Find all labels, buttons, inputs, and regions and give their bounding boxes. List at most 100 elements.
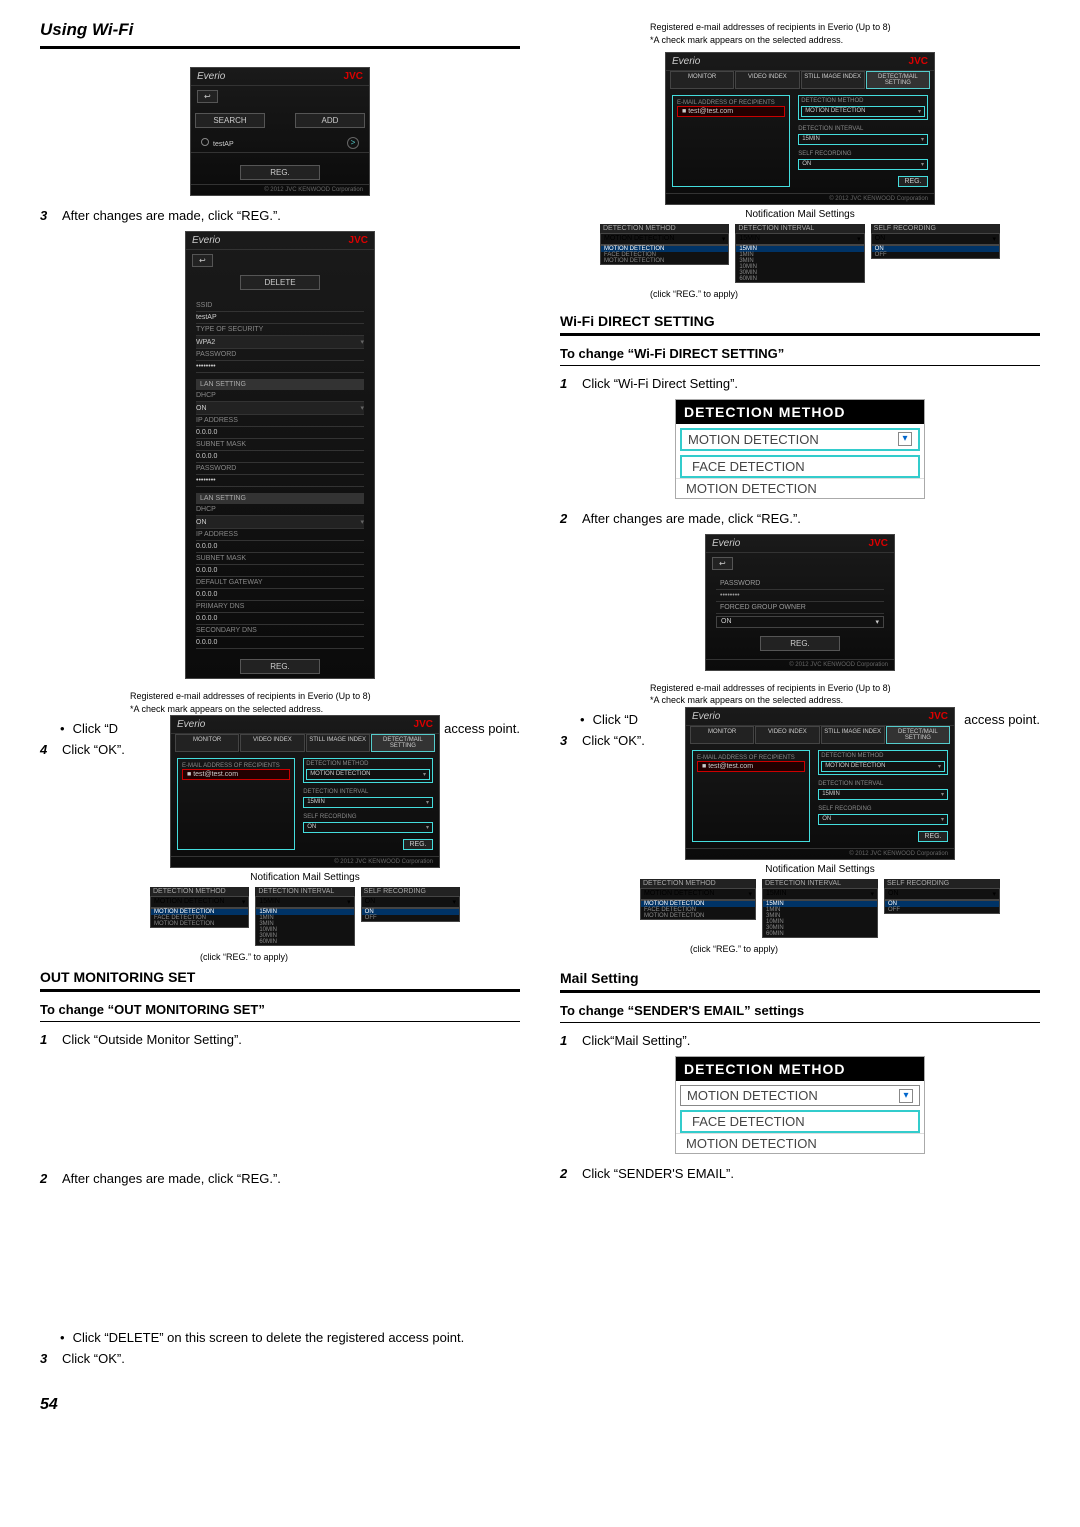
tab-still[interactable]: STILL IMAGE INDEX — [306, 734, 370, 752]
val-sec: WPA2 — [196, 339, 215, 346]
ap-radio[interactable] — [201, 138, 209, 146]
tab-video[interactable]: VIDEO INDEX — [240, 734, 304, 752]
fig-note: *A check mark appears on the selected ad… — [650, 35, 1040, 46]
ap-chevron[interactable]: > — [347, 137, 359, 149]
ap-name: testAP — [213, 141, 234, 148]
notif-list[interactable]: MOTION DETECTION FACE DETECTION MOTION D… — [150, 908, 249, 928]
tab-detect[interactable]: DETECT/MAIL SETTING — [371, 734, 435, 752]
det-option[interactable]: FACE DETECTION — [680, 1110, 920, 1133]
step-text: Click “Wi-Fi Direct Setting”. — [582, 376, 1040, 391]
notif-select[interactable]: ON▾ — [884, 888, 1000, 900]
notif-list[interactable]: MOTION DETECTION FACE DETECTION MOTION D… — [600, 245, 729, 265]
tab-detect[interactable]: DETECT/MAIL SETTING — [886, 726, 950, 744]
det-interval-select[interactable]: 15MIN▾ — [818, 789, 948, 800]
notif-title: DETECTION INTERVAL — [255, 887, 354, 896]
det-method-select[interactable]: MOTION DETECTION▾ — [801, 106, 925, 117]
val-pass: •••••••• — [196, 363, 216, 370]
val-ssid: testAP — [196, 314, 217, 321]
grp-title: SELF RECORDING — [798, 151, 928, 157]
fig-caption: Notification Mail Settings — [560, 209, 1040, 220]
grp-title: SELF RECORDING — [303, 814, 433, 820]
tab-monitor[interactable]: MONITOR — [175, 734, 239, 752]
email-item[interactable]: ■ test@test.com — [677, 106, 785, 117]
tab-monitor[interactable]: MONITOR — [690, 726, 754, 744]
search-button[interactable]: SEARCH — [195, 113, 265, 128]
self-rec-select[interactable]: ON▾ — [303, 822, 433, 833]
chevron-down-icon[interactable]: ▾ — [898, 432, 912, 446]
back-button[interactable]: ↩ — [197, 90, 218, 103]
chevron-down-icon[interactable]: ▾ — [899, 1089, 913, 1103]
self-rec-select[interactable]: ON▾ — [798, 159, 928, 170]
det-option[interactable]: MOTION DETECTION — [676, 1133, 924, 1153]
reg-button[interactable]: REG. — [918, 831, 948, 842]
notif-select[interactable]: 15MIN▾ — [762, 888, 878, 900]
email-item[interactable]: ■ test@test.com — [697, 761, 805, 772]
fig-caption: Notification Mail Settings — [110, 872, 500, 883]
grp-title: DETECTION METHOD — [801, 98, 925, 104]
figure-detection-dropdown: DETECTION METHOD MOTION DETECTION ▾ FACE… — [560, 1056, 1040, 1154]
sub-heading: OUT MONITORING SET — [40, 969, 520, 985]
tab-video[interactable]: VIDEO INDEX — [735, 71, 799, 89]
reg-button[interactable]: REG. — [240, 659, 320, 674]
notif-list[interactable]: 15MIN 1MIN 3MIN 10MIN 30MIN 60MIN — [735, 245, 864, 283]
tab-still[interactable]: STILL IMAGE INDEX — [821, 726, 885, 744]
lbl-dhcp: DHCP — [196, 392, 216, 399]
tab-detect[interactable]: DETECT/MAIL SETTING — [866, 71, 930, 89]
det-option[interactable]: FACE DETECTION — [680, 455, 920, 478]
email-item[interactable]: ■ test@test.com — [182, 769, 290, 780]
reg-button[interactable]: REG. — [240, 165, 320, 180]
wd-select[interactable]: ON▾ — [716, 616, 884, 628]
notif-select[interactable]: 15MIN▾ — [735, 233, 864, 245]
reg-button[interactable]: REG. — [760, 636, 840, 651]
det-interval-select[interactable]: 15MIN▾ — [303, 797, 433, 808]
fig-caption: Notification Mail Settings — [600, 864, 1040, 875]
det-option[interactable]: MOTION DETECTION — [676, 478, 924, 498]
det-interval-select[interactable]: 15MIN▾ — [798, 134, 928, 145]
step-num: 2 — [560, 1166, 572, 1181]
wd-row: PASSWORD — [716, 578, 884, 590]
notif-list[interactable]: 15MIN 1MIN 3MIN 10MIN 30MIN 60MIN — [255, 908, 354, 946]
notif-list[interactable]: MOTION DETECTION FACE DETECTION MOTION D… — [640, 900, 756, 920]
step-num: 2 — [560, 511, 572, 526]
tab-still[interactable]: STILL IMAGE INDEX — [801, 71, 865, 89]
notif-list[interactable]: ON OFF — [361, 908, 460, 922]
tab-video[interactable]: VIDEO INDEX — [755, 726, 819, 744]
step-text: After changes are made, click “REG.”. — [582, 511, 1040, 526]
back-button[interactable]: ↩ — [712, 557, 733, 570]
val-sub: 0.0.0.0 — [196, 453, 217, 460]
notif-select[interactable]: 15MIN▾ — [255, 896, 354, 908]
notif-select[interactable]: ON▾ — [871, 233, 1000, 245]
jvc-label: JVC — [929, 711, 948, 722]
notif-select[interactable]: MOTION DETECTION▾ — [640, 888, 756, 900]
reg-button[interactable]: REG. — [898, 176, 928, 187]
figure-monitor-settings: Everio JVC MONITOR VIDEO INDEX STILL IMA… — [560, 52, 1040, 299]
rule — [560, 333, 1040, 336]
det-select[interactable]: MOTION DETECTION ▾ — [680, 428, 920, 451]
reg-button[interactable]: REG. — [403, 839, 433, 850]
notif-select[interactable]: MOTION DETECTION▾ — [600, 233, 729, 245]
delete-button[interactable]: DELETE — [240, 275, 320, 290]
notif-list[interactable]: ON OFF — [871, 245, 1000, 259]
add-button[interactable]: ADD — [295, 113, 365, 128]
rule — [560, 990, 1040, 993]
brand-label: Everio — [197, 71, 225, 82]
back-button[interactable]: ↩ — [192, 254, 213, 267]
tab-monitor[interactable]: MONITOR — [670, 71, 734, 89]
step-num: 1 — [560, 1033, 572, 1048]
footer-copy: © 2012 JVC KENWOOD Corporation — [686, 848, 954, 859]
notif-list[interactable]: ON OFF — [884, 900, 1000, 914]
grp-title: DETECTION METHOD — [821, 753, 945, 759]
self-rec-select[interactable]: ON▾ — [818, 814, 948, 825]
grp-title: SELF RECORDING — [818, 806, 948, 812]
notif-list[interactable]: 15MIN 1MIN 3MIN 10MIN 30MIN 60MIN — [762, 900, 878, 938]
notif-select[interactable]: MOTION DETECTION▾ — [150, 896, 249, 908]
footer-copy: © 2012 JVC KENWOOD Corporation — [706, 659, 894, 670]
fig-note: *A check mark appears on the selected ad… — [650, 695, 1040, 706]
det-method-select[interactable]: MOTION DETECTION▾ — [306, 769, 430, 780]
det-select[interactable]: MOTION DETECTION ▾ — [680, 1085, 920, 1106]
notif-select[interactable]: ON▾ — [361, 896, 460, 908]
jvc-label: JVC — [414, 719, 433, 730]
det-header: DETECTION METHOD — [676, 400, 924, 424]
val-dns1: 0.0.0.0 — [196, 615, 217, 622]
det-method-select[interactable]: MOTION DETECTION▾ — [821, 761, 945, 772]
